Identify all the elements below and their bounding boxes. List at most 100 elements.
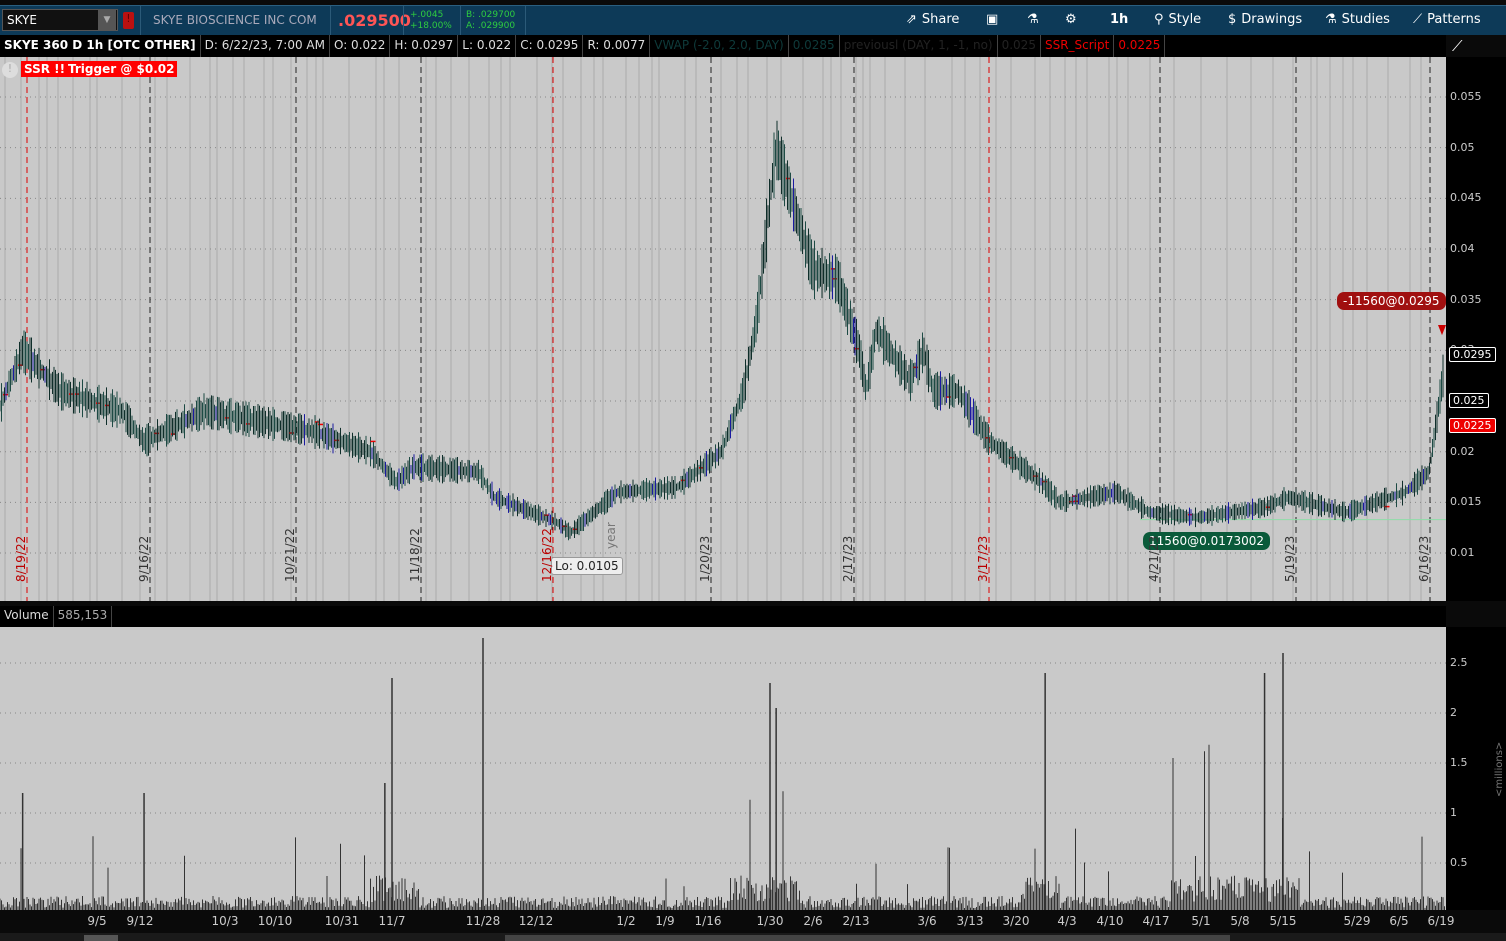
volume-unit: <millions> [1494, 741, 1505, 797]
time-tick-label: 1/9 [655, 914, 675, 928]
time-tick-label: 11/28 [465, 914, 501, 928]
price-tick-label: 0.015 [1450, 495, 1482, 509]
time-tick-label: 9/12 [126, 914, 154, 928]
timeframe-button[interactable]: 1h [1110, 12, 1128, 27]
patterns-icon: ⟋ [1413, 12, 1423, 27]
vwap-value: 0.0285 [789, 35, 840, 57]
style-button[interactable]: ⚲ Style [1154, 12, 1201, 27]
ask: A: .029900 [466, 21, 516, 31]
drawings-icon: $ [1228, 12, 1237, 27]
price-bubble-ssr: 0.0225 [1449, 418, 1496, 434]
price-tick-label: 0.04 [1450, 242, 1475, 255]
time-tick-label: 4/10 [1096, 914, 1124, 928]
style-icon: ⚲ [1154, 12, 1164, 27]
time-tick-label: 11/7 [378, 914, 406, 928]
info-close: C: 0.0295 [516, 35, 584, 57]
volume-tick-label: 1 [1450, 806, 1457, 819]
studies-icon: ⚗ [1325, 12, 1337, 27]
style-label: Style [1168, 12, 1202, 27]
info-range: R: 0.0077 [583, 35, 651, 57]
drawings-button[interactable]: $ Drawings [1228, 12, 1302, 27]
time-tick-label: 2/13 [842, 914, 870, 928]
scrollbar-range[interactable] [505, 935, 1230, 941]
horizontal-scrollbar[interactable] [0, 933, 1506, 941]
time-tick-label: 5/29 [1343, 914, 1371, 928]
price-bubble-last: 0.0295 [1449, 347, 1496, 363]
date-marker-label: 4/21/23 [1147, 535, 1161, 582]
time-tick-label: 10/3 [211, 914, 239, 928]
time-tick-label: 6/5 [1389, 914, 1409, 928]
date-marker-label: 8/19/22 [14, 535, 28, 582]
drawings-label: Drawings [1241, 12, 1303, 27]
settings-button[interactable]: ⚙ [1065, 12, 1077, 27]
buy-order-tag[interactable]: 11560@0.0173002 [1143, 532, 1271, 550]
scrollbar-thumb[interactable] [84, 935, 118, 941]
alerts-button[interactable]: ▣ [986, 12, 998, 27]
flask-button[interactable]: ⚗ [1027, 12, 1039, 27]
patterns-label: Patterns [1427, 12, 1481, 27]
sell-order-tag[interactable]: -11560@0.0295 [1337, 292, 1446, 310]
date-marker-label: 10/21/22 [283, 528, 297, 582]
flag-icon[interactable]: ! [123, 12, 134, 29]
time-tick-label: 3/13 [956, 914, 984, 928]
bid: B: .029700 [466, 10, 516, 20]
info-high: H: 0.0297 [390, 35, 459, 57]
volume-value: 585,153 [54, 606, 113, 627]
time-tick-label: 10/10 [257, 914, 293, 928]
time-tick-label: 2/6 [803, 914, 823, 928]
price-tick-label: 0.055 [1450, 90, 1482, 103]
volume-tick-label: 2.5 [1450, 656, 1468, 669]
time-tick-label: 12/12 [518, 914, 554, 928]
share-label: Share [921, 12, 960, 27]
time-tick-label: 5/1 [1191, 914, 1211, 928]
date-marker-label: 2/17/23 [841, 535, 855, 582]
chart-title: SKYE 360 D 1h [OTC OTHER] [0, 35, 201, 57]
price-axis[interactable]: 0.0550.050.0450.040.0350.030.0250.020.01… [1446, 57, 1506, 601]
last-price: .029500 [338, 11, 411, 30]
time-tick-label: 1/2 [616, 914, 636, 928]
studies-label: Studies [1341, 12, 1390, 27]
volume-tick-label: 2 [1450, 706, 1457, 719]
time-tick-label: 9/5 [87, 914, 107, 928]
year-label: year [604, 522, 618, 549]
studies-button[interactable]: ⚗ Studies [1325, 12, 1390, 27]
volume-label: Volume [0, 606, 54, 627]
previous-study[interactable]: previousl (DAY, 1, -1, no) [840, 35, 998, 57]
price-plot [0, 57, 1446, 601]
timeframe-label: 1h [1110, 12, 1129, 27]
alert-icon: ! [2, 62, 18, 78]
share-button[interactable]: ⇗ Share [906, 12, 959, 27]
price-tick-label: 0.035 [1450, 292, 1482, 306]
time-tick-label: 5/8 [1230, 914, 1250, 928]
time-tick-label: 6/19 [1427, 914, 1455, 928]
sell-arrow-icon [1438, 325, 1446, 336]
vwap-study[interactable]: VWAP (-2.0, 2.0, DAY) [650, 35, 789, 57]
previous-value: 0.025 [998, 35, 1041, 57]
chart-info-bar: SKYE 360 D 1h [OTC OTHER] D: 6/22/23, 7:… [0, 35, 1446, 57]
chevron-down-icon[interactable]: ▼ [98, 10, 116, 30]
volume-chart[interactable] [0, 627, 1446, 910]
info-date: D: 6/22/23, 7:00 AM [201, 35, 330, 57]
top-toolbar: SKYE ▼ ! SKYE BIOSCIENCE INC COM .029500… [0, 5, 1506, 36]
time-tick-label: 1/30 [756, 914, 784, 928]
time-tick-label: 1/16 [694, 914, 722, 928]
chart-type-icon[interactable]: ⟋ [1452, 37, 1463, 55]
date-marker-label: 11/18/22 [408, 528, 422, 582]
volume-tick-label: 0.5 [1450, 856, 1468, 869]
chart-book-icon: ▣ [986, 12, 999, 27]
ssr-value: 0.0225 [1114, 35, 1166, 57]
time-tick-label: 3/6 [917, 914, 937, 928]
date-marker-label: 6/16/23 [1417, 535, 1431, 582]
change: +.0045 [410, 10, 444, 20]
date-marker-label: 5/19/23 [1283, 535, 1297, 582]
volume-axis: <millions> 2.5 2 1.5 1 0.5 [1446, 627, 1506, 910]
patterns-button[interactable]: ⟋ Patterns [1413, 12, 1481, 27]
price-chart[interactable]: ! SSR !!! Trigger @ $0.02 -11560@0.0295 … [0, 57, 1446, 601]
info-open: O: 0.022 [330, 35, 391, 57]
price-tick-label: 0.05 [1450, 140, 1475, 154]
date-marker-label: 9/16/22 [137, 535, 151, 582]
time-tick-label: 10/31 [324, 914, 360, 928]
time-axis[interactable]: 9/5 9/12 10/3 10/10 10/31 11/7 11/28 12/12 1/2 1/… [0, 910, 1454, 932]
trigger-badge: Trigger @ $0.02 [65, 61, 178, 77]
ssr-study[interactable]: SSR_Script [1041, 35, 1115, 57]
